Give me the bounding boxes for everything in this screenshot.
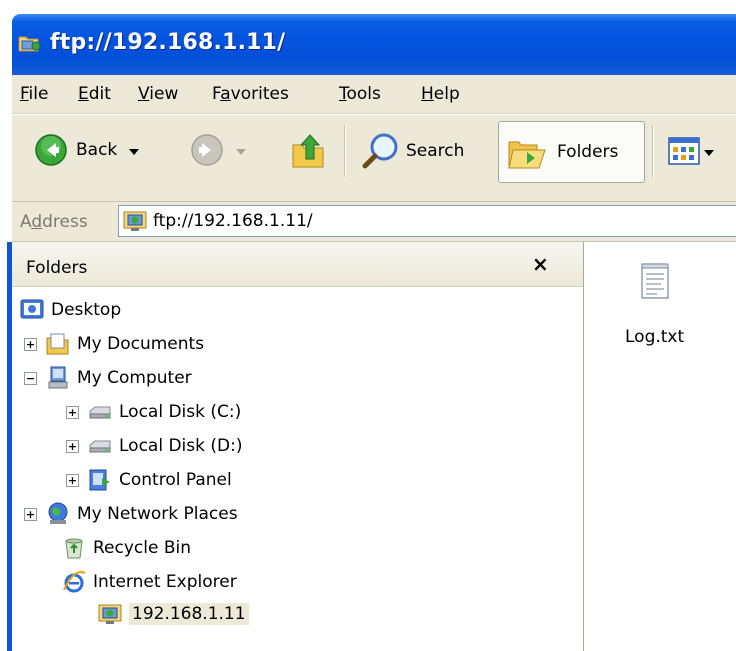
tree-item-my-computer[interactable]: − My Computer [24, 363, 192, 393]
network-places-icon [48, 502, 68, 524]
folders-pane-header: Folders × [12, 242, 583, 287]
back-arrow-icon [35, 134, 67, 166]
expand-icon[interactable]: + [66, 405, 79, 419]
menu-help[interactable]: Help [421, 84, 460, 104]
my-computer-icon [48, 366, 68, 389]
search-label: Search [406, 141, 465, 161]
toolbar: Back Search Folders [12, 114, 736, 202]
ftp-site-icon [123, 211, 147, 231]
tree-item-my-network-places[interactable]: + My Network Places [24, 499, 238, 529]
ftp-site-icon [98, 604, 122, 624]
menu-bar: File Edit View Favorites Tools Help [12, 75, 736, 114]
local-disk-icon [89, 440, 111, 453]
tree-item-desktop[interactable]: Desktop [20, 295, 121, 325]
views-dropdown-arrow[interactable] [704, 141, 714, 161]
tree-label: Local Disk (C:) [119, 402, 242, 422]
forward-dropdown-arrow[interactable] [236, 140, 246, 160]
forward-button[interactable] [190, 133, 246, 167]
back-button[interactable]: Back [34, 133, 140, 167]
tree-label-selected: 192.168.1.11 [129, 603, 249, 625]
expand-icon[interactable]: + [66, 473, 79, 487]
folders-button[interactable]: Folders [498, 121, 645, 183]
search-icon [362, 133, 398, 169]
menu-file[interactable]: File [20, 84, 48, 104]
folders-icon [508, 141, 546, 169]
local-disk-icon [89, 406, 111, 419]
address-bar: Address ftp://192.168.1.11/ [12, 202, 736, 242]
title-bar: ftp://192.168.1.11/ [0, 0, 736, 75]
close-icon[interactable]: × [532, 252, 549, 276]
my-documents-icon [46, 333, 69, 355]
tree-item-internet-explorer[interactable]: Internet Explorer [62, 567, 237, 597]
tree-label: My Documents [77, 334, 205, 354]
tree-item-control-panel[interactable]: + Control Panel [66, 465, 232, 495]
up-folder-icon [292, 134, 324, 168]
tree-item-recycle-bin[interactable]: Recycle Bin [62, 533, 191, 563]
search-button[interactable]: Search [360, 131, 464, 171]
tree-label: Local Disk (D:) [119, 436, 243, 456]
tree-label: My Computer [77, 368, 192, 388]
tree-item-local-disk-c[interactable]: + Local Disk (C:) [66, 397, 241, 427]
address-input[interactable]: ftp://192.168.1.11/ [118, 205, 736, 237]
back-label: Back [76, 140, 118, 160]
collapse-icon[interactable]: − [24, 371, 37, 385]
control-panel-icon [89, 469, 110, 491]
tree-label: Internet Explorer [93, 572, 237, 592]
text-file-icon [641, 263, 669, 299]
toolbar-separator [652, 125, 654, 177]
tree-label: Recycle Bin [93, 538, 192, 558]
tree-label: Desktop [51, 300, 122, 320]
file-list-pane: Log.txt [585, 242, 736, 651]
tree-item-my-documents[interactable]: + My Documents [24, 329, 204, 359]
menu-favorites[interactable]: Favorites [212, 84, 289, 104]
menu-view[interactable]: View [138, 84, 178, 104]
toolbar-separator [344, 125, 346, 177]
tree-label: Control Panel [119, 470, 232, 490]
expand-icon[interactable]: + [24, 507, 37, 521]
up-folder-button[interactable] [290, 131, 326, 169]
views-icon [668, 137, 700, 165]
views-button[interactable] [668, 137, 714, 165]
folders-pane: Folders × Desktop + My Documents − My Co… [12, 242, 584, 651]
file-name: Log.txt [625, 327, 685, 347]
expand-icon[interactable]: + [66, 439, 79, 453]
ftp-folder-icon [18, 36, 41, 52]
tree-item-ftp-site[interactable]: 192.168.1.11 [98, 599, 249, 629]
back-dropdown-arrow[interactable] [129, 140, 140, 160]
tree-item-local-disk-d[interactable]: + Local Disk (D:) [66, 431, 242, 461]
recycle-bin-icon [65, 538, 83, 559]
address-value: ftp://192.168.1.11/ [153, 211, 313, 231]
internet-explorer-icon [63, 571, 86, 593]
folders-label: Folders [557, 142, 619, 162]
window-title: ftp://192.168.1.11/ [50, 30, 286, 55]
desktop-icon [20, 299, 44, 319]
tree-label: My Network Places [77, 504, 238, 524]
menu-edit[interactable]: Edit [78, 84, 111, 104]
menu-tools[interactable]: Tools [339, 84, 381, 104]
folders-pane-title: Folders [26, 258, 88, 278]
expand-icon[interactable]: + [24, 337, 37, 351]
forward-arrow-icon [191, 134, 223, 166]
address-label: Address [20, 212, 88, 232]
